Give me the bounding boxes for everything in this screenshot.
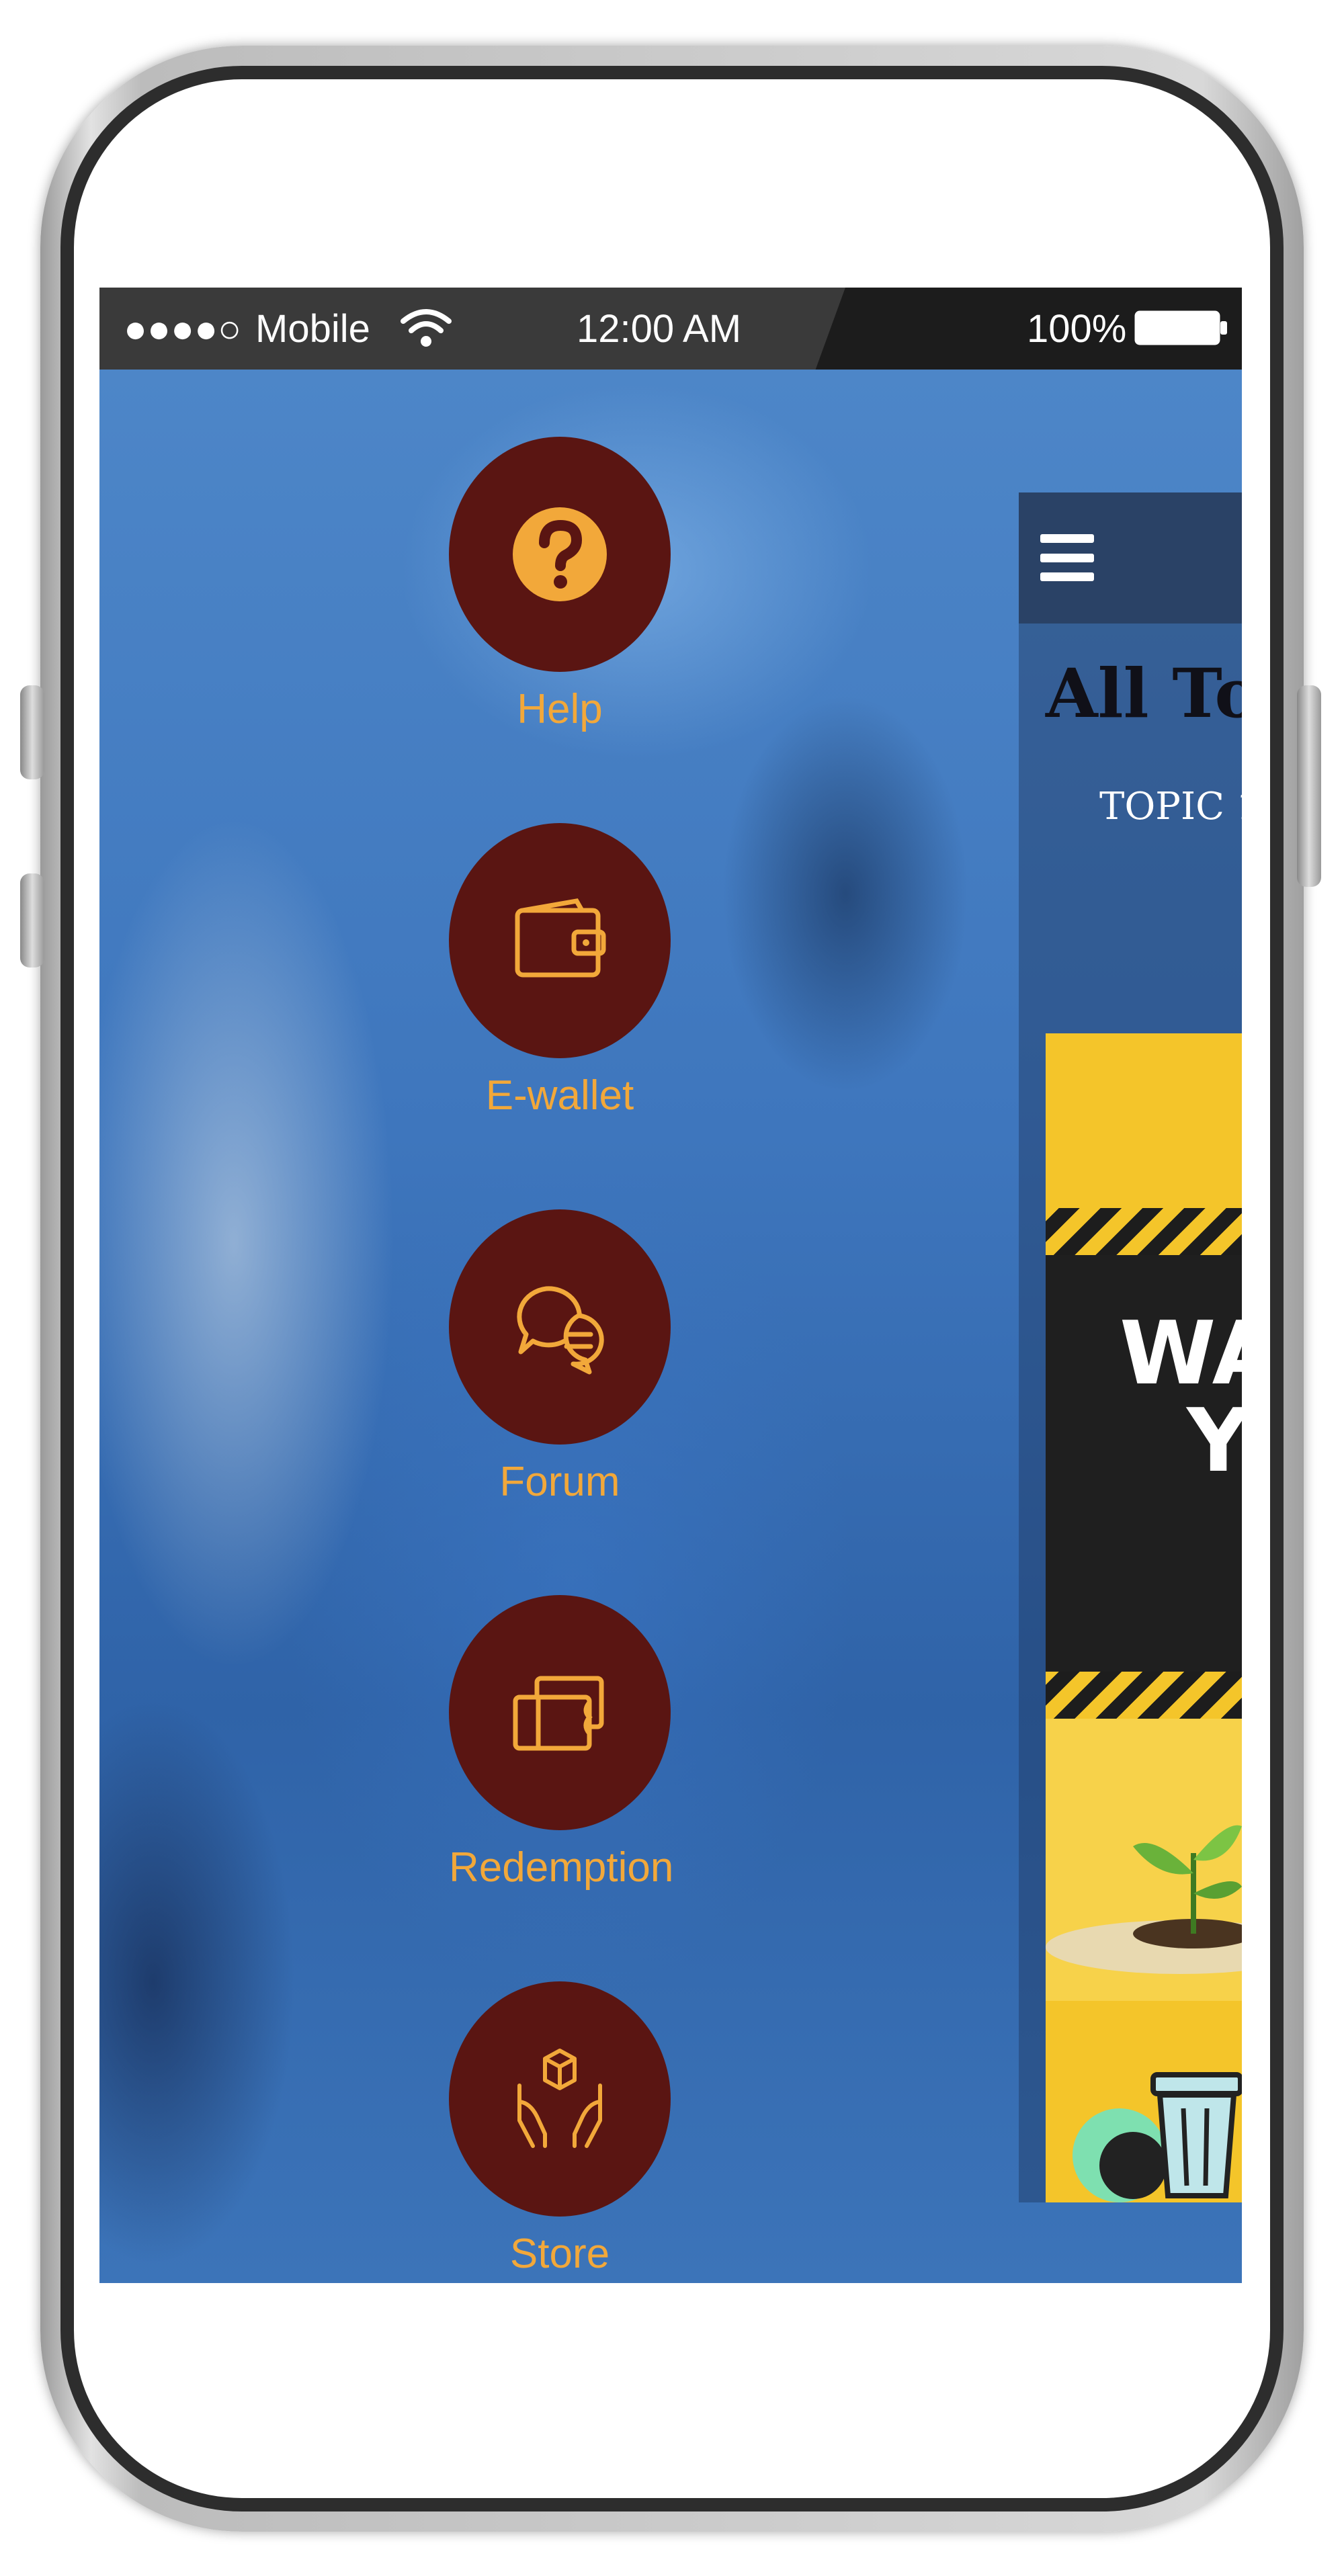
hazard-stripe <box>1046 1208 1242 1255</box>
menu-label-store: Store <box>509 2231 610 2277</box>
volume-up-button <box>20 685 44 779</box>
banner-heading-line2: Y <box>1187 1389 1242 1492</box>
carrier-label: Mobile <box>255 307 370 351</box>
wifi-icon <box>399 306 453 351</box>
battery-icon <box>1134 310 1228 349</box>
menu-label-ewallet: E-wallet <box>485 1072 634 1119</box>
question-circle-icon <box>513 507 607 601</box>
topic-label[interactable]: TOPIC 1 <box>1099 785 1242 828</box>
battery-percent: 100% <box>1027 307 1127 351</box>
trash-bin-icon <box>1073 2072 1242 2202</box>
help-button[interactable] <box>449 437 671 672</box>
power-button <box>1297 685 1321 887</box>
wallet-icon <box>515 898 606 978</box>
panel-header <box>1019 492 1242 624</box>
page-title: All To <box>1046 654 1242 733</box>
redemption-button[interactable] <box>449 1595 671 1830</box>
ewallet-button[interactable] <box>449 823 671 1058</box>
screen: ●●●●○ Mobile 12:00 AM 100% Help E-wallet… <box>99 288 1242 2283</box>
hamburger-menu-icon[interactable] <box>1040 534 1094 581</box>
volume-down-button <box>20 873 44 968</box>
topic-banner-image[interactable]: WA Y <box>1046 1033 1242 2202</box>
menu-item-redemption[interactable]: Redemption <box>449 1595 674 1891</box>
signal-indicator: ●●●●○ <box>124 307 242 351</box>
hands-box-icon <box>517 2049 602 2148</box>
forum-button[interactable] <box>449 1209 671 1445</box>
menu-label-redemption: Redemption <box>449 1844 674 1891</box>
clock: 12:00 AM <box>577 307 742 351</box>
menu-label-forum: Forum <box>499 1459 620 1505</box>
hazard-stripe <box>1046 1672 1242 1719</box>
content-panel[interactable]: All To TOPIC 1 WA Y <box>1019 492 1242 2202</box>
voucher-icon <box>513 1676 604 1751</box>
store-button[interactable] <box>449 1981 671 2217</box>
sprout-icon <box>1046 1825 1242 1974</box>
status-bar: ●●●●○ Mobile 12:00 AM 100% <box>99 288 1242 370</box>
menu-item-forum[interactable]: Forum <box>449 1209 671 1506</box>
menu-label-help: Help <box>517 686 603 732</box>
menu-item-store[interactable]: Store <box>449 1981 671 2278</box>
menu-item-help[interactable]: Help <box>449 437 671 733</box>
menu-item-ewallet[interactable]: E-wallet <box>449 823 671 1119</box>
chat-bubbles-icon <box>517 1286 604 1375</box>
